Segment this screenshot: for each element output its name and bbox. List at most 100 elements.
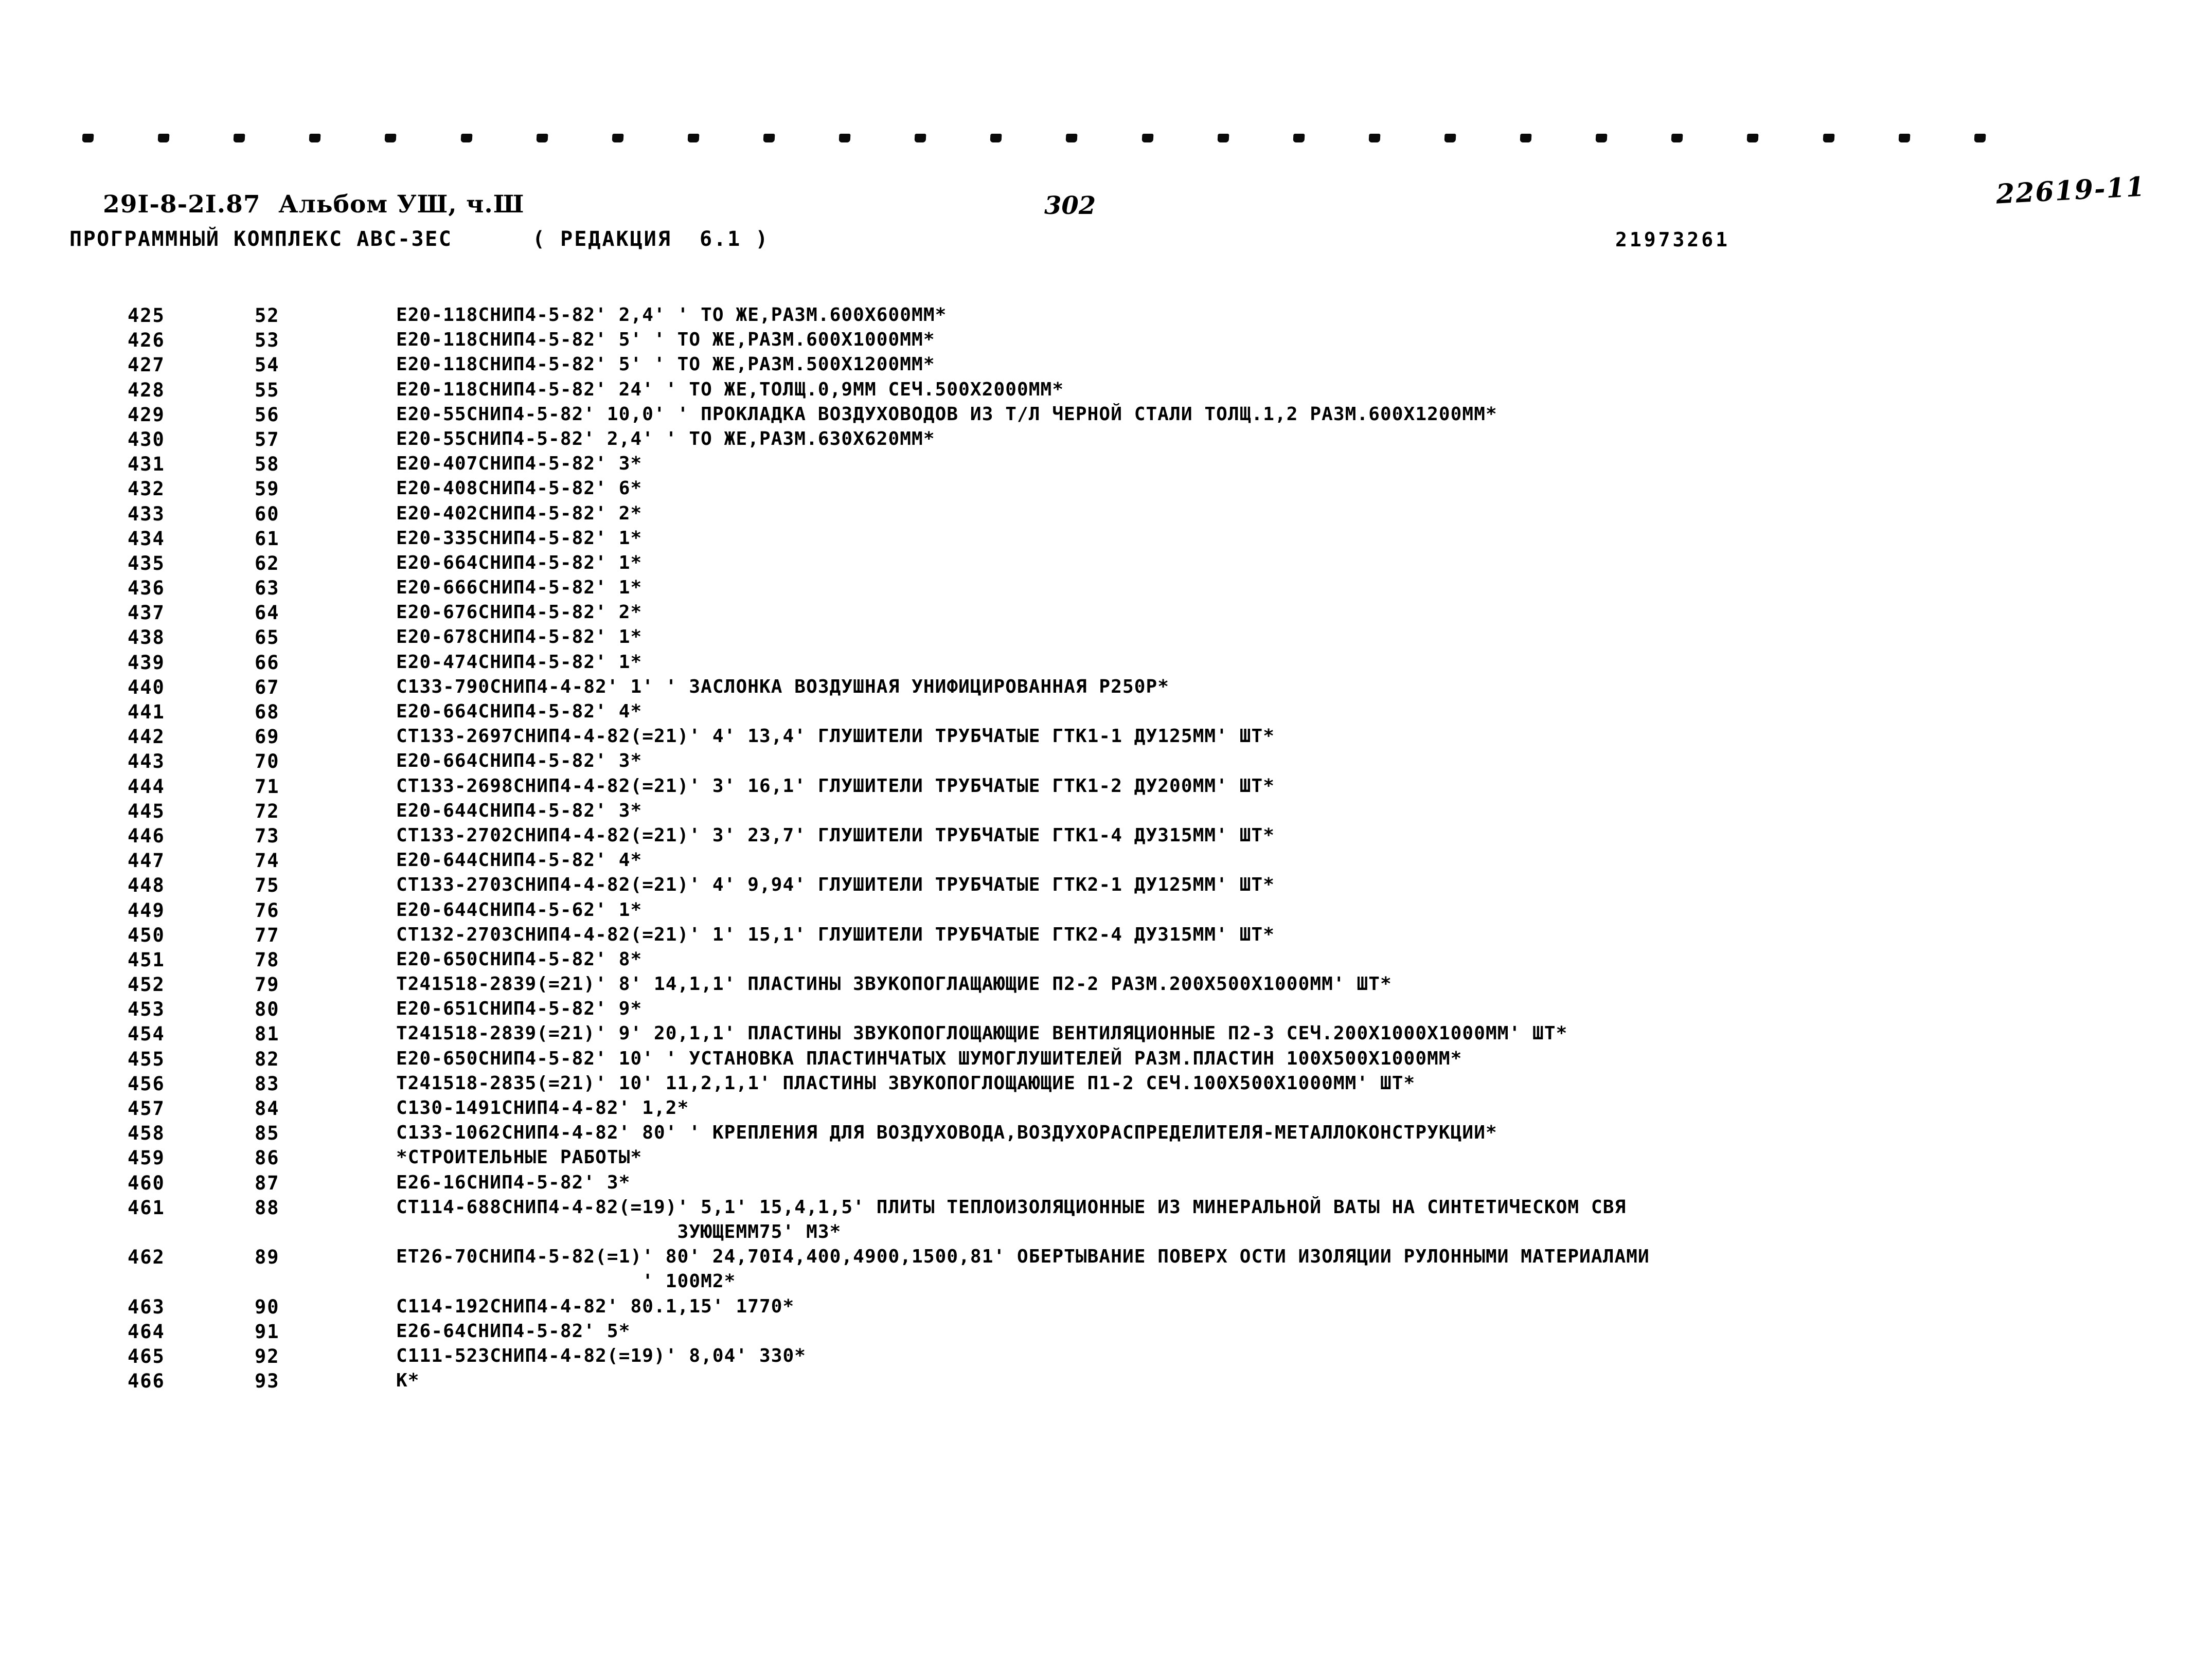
- row-sequence-number: 436: [128, 577, 165, 600]
- row-position-number: 78: [255, 948, 280, 971]
- table-row: 457 84 С130-1491СНИП4-4-82' 1,2*: [0, 1097, 2212, 1122]
- row-sequence-number: 430: [128, 428, 165, 450]
- alignment-mark: [1141, 133, 1153, 142]
- table-row: 441 68 Е20-664СНИП4-5-82' 4*: [0, 701, 2212, 726]
- row-sequence-number: 446: [128, 824, 165, 847]
- table-row: 442 69 СТ133-2697СНИП4-4-82(=21)' 4' 13,4'…: [0, 726, 2212, 750]
- table-row: 444 71 СТ133-2698СНИП4-4-82(=21)' 3' 16,1'…: [0, 776, 2212, 800]
- table-row: 426 53 Е20-118СНИП4-5-82' 5' ' ТО ЖЕ,РАЗМ.…: [0, 329, 2212, 354]
- table-row: 454 81 Т241518-2839(=21)' 9' 20,1,1' ПЛАСТ…: [0, 1023, 2212, 1048]
- row-resource-record: Е20-118СНИП4-5-82' 5' ' ТО ЖЕ,РАЗМ.500Х1…: [396, 354, 935, 375]
- row-sequence-number: 447: [128, 850, 165, 872]
- row-resource-record: Е20-651СНИП4-5-82' 9*: [396, 998, 643, 1020]
- row-position-number: 80: [255, 998, 280, 1021]
- row-sequence-number: 457: [128, 1097, 165, 1120]
- table-row: 461 88 СТ114-688СНИП4-4-82(=19)' 5,1' 15,4…: [0, 1197, 2212, 1221]
- row-position-number: 87: [255, 1172, 280, 1194]
- row-resource-record: Е20-55СНИП4-5-82' 10,0' ' ПРОКЛАДКА ВОЗД…: [396, 403, 1497, 425]
- alignment-mark: [1823, 133, 1834, 142]
- alignment-mark: [536, 133, 548, 142]
- row-resource-record: Е20-644СНИП4-5-82' 3*: [396, 800, 643, 821]
- row-position-number: 58: [255, 453, 280, 476]
- row-resource-record: Е20-676СНИП4-5-82' 2*: [396, 602, 643, 623]
- row-sequence-number: 445: [128, 800, 165, 822]
- row-resource-record: Е20-474СНИП4-5-82' 1*: [396, 651, 643, 673]
- alignment-mark: [1217, 133, 1229, 142]
- row-sequence-number: 437: [128, 602, 165, 624]
- row-position-number: 81: [255, 1023, 280, 1046]
- row-resource-record: Т241518-2839(=21)' 8' 14,1,1' ПЛАСТИНЫ З…: [396, 974, 1392, 995]
- row-resource-record: Е20-644СНИП4-5-82' 4*: [396, 850, 643, 871]
- row-resource-record: Е20-335СНИП4-5-82' 1*: [396, 527, 643, 549]
- row-resource-record: СТ132-2703СНИП4-4-82(=21)' 1' 15,1' ГЛУШ…: [396, 924, 1275, 945]
- row-sequence-number: 460: [128, 1172, 165, 1194]
- row-sequence-number: 465: [128, 1345, 165, 1367]
- row-sequence-number: 442: [128, 726, 165, 748]
- row-resource-record: ЗУЮЩЕММ75' М3*: [396, 1221, 842, 1242]
- alignment-mark: [1368, 133, 1381, 142]
- row-resource-record: Е20-408СНИП4-5-82' 6*: [396, 478, 643, 499]
- row-sequence-number: 449: [128, 899, 165, 922]
- table-row: 450 77 СТ132-2703СНИП4-4-82(=21)' 1' 15,1'…: [0, 924, 2212, 949]
- row-resource-record: Е20-650СНИП4-5-82' 10' ' УСТАНОВКА ПЛАСТ…: [396, 1048, 1462, 1069]
- table-row: 456 83 Т241518-2835(=21)' 10' 11,2,1,1' ПЛ…: [0, 1073, 2212, 1097]
- alignment-mark: [1444, 133, 1456, 142]
- row-resource-record: Е20-664СНИП4-5-82' 4*: [396, 701, 643, 722]
- table-row: 459 86 *СТРОИТЕЛЬНЫЕ РАБОТЫ*: [0, 1147, 2212, 1172]
- row-position-number: 71: [255, 775, 280, 798]
- row-position-number: 74: [255, 850, 280, 872]
- row-position-number: 93: [255, 1370, 280, 1393]
- row-resource-record: *СТРОИТЕЛЬНЫЕ РАБОТЫ*: [396, 1147, 643, 1168]
- table-row: 443 70 Е20-664СНИП4-5-82' 3*: [0, 750, 2212, 775]
- alignment-mark: [1065, 133, 1078, 142]
- row-sequence-number: 426: [128, 329, 165, 352]
- row-resource-record: СТ133-2703СНИП4-4-82(=21)' 4' 9,94' ГЛУШ…: [396, 874, 1275, 896]
- row-position-number: 79: [255, 974, 280, 996]
- table-row: 451 78 Е20-650СНИП4-5-82' 8*: [0, 949, 2212, 974]
- row-sequence-number: 453: [128, 998, 165, 1021]
- row-position-number: 59: [255, 478, 280, 500]
- row-sequence-number: 463: [128, 1295, 165, 1318]
- alignment-mark: [1595, 133, 1608, 142]
- row-resource-record: Е26-16СНИП4-5-82' 3*: [396, 1172, 631, 1193]
- table-row: 446 73 СТ133-2702СНИП4-4-82(=21)' 3' 23,7'…: [0, 825, 2212, 850]
- row-sequence-number: 443: [128, 750, 165, 773]
- table-row: 462 89 ЕТ26-70СНИП4-5-82(=1)' 80' 24,70I4,…: [0, 1246, 2212, 1271]
- alignment-mark: [1671, 133, 1683, 142]
- row-sequence-number: 438: [128, 626, 165, 649]
- row-position-number: 72: [255, 800, 280, 822]
- alignment-mark: [309, 133, 321, 142]
- row-position-number: 55: [255, 379, 280, 401]
- row-sequence-number: 461: [128, 1196, 165, 1219]
- alignment-mark: [1746, 133, 1759, 142]
- row-position-number: 66: [255, 651, 280, 674]
- row-resource-record: Е20-402СНИП4-5-82' 2*: [396, 502, 643, 524]
- table-row: 449 76 Е20-644СНИП4-5-62' 1*: [0, 899, 2212, 924]
- alignment-mark: [384, 133, 397, 142]
- row-resource-record: ' 100М2*: [396, 1271, 736, 1292]
- table-row: 435 62 Е20-664СНИП4-5-82' 1*: [0, 552, 2212, 577]
- row-position-number: 73: [255, 824, 280, 847]
- row-sequence-number: 432: [128, 478, 165, 500]
- alignment-mark: [839, 133, 851, 142]
- row-resource-record: С130-1491СНИП4-4-82' 1,2*: [396, 1097, 689, 1119]
- archive-number: 22619-11: [1995, 171, 2147, 210]
- row-position-number: 56: [255, 403, 280, 426]
- row-resource-record: Е20-55СНИП4-5-82' 2,4' ' ТО ЖЕ,РАЗМ.630Х…: [396, 428, 935, 449]
- row-position-number: 67: [255, 676, 280, 698]
- row-resource-record: С133-790СНИП4-4-82' 1' ' ЗАСЛОНКА ВОЗДУШ…: [396, 676, 1170, 697]
- row-position-number: 91: [255, 1320, 280, 1343]
- row-resource-record: Т241518-2839(=21)' 9' 20,1,1' ПЛАСТИНЫ З…: [396, 1023, 1568, 1044]
- row-sequence-number: 450: [128, 924, 165, 946]
- row-resource-record: С114-192СНИП4-4-82' 80.1,15' 1770*: [396, 1295, 795, 1317]
- row-resource-record: Т241518-2835(=21)' 10' 11,2,1,1' ПЛАСТИН…: [396, 1072, 1416, 1094]
- row-position-number: 61: [255, 527, 280, 550]
- row-position-number: 57: [255, 428, 280, 450]
- alignment-mark: [687, 133, 700, 142]
- row-sequence-number: 464: [128, 1320, 165, 1343]
- row-position-number: 63: [255, 577, 280, 600]
- table-row: 453 80 Е20-651СНИП4-5-82' 9*: [0, 998, 2212, 1023]
- row-sequence-number: 454: [128, 1023, 165, 1046]
- table-row: 455 82 Е20-650СНИП4-5-82' 10' ' УСТАНОВКА …: [0, 1048, 2212, 1073]
- table-row: 437 64 Е20-676СНИП4-5-82' 2*: [0, 602, 2212, 626]
